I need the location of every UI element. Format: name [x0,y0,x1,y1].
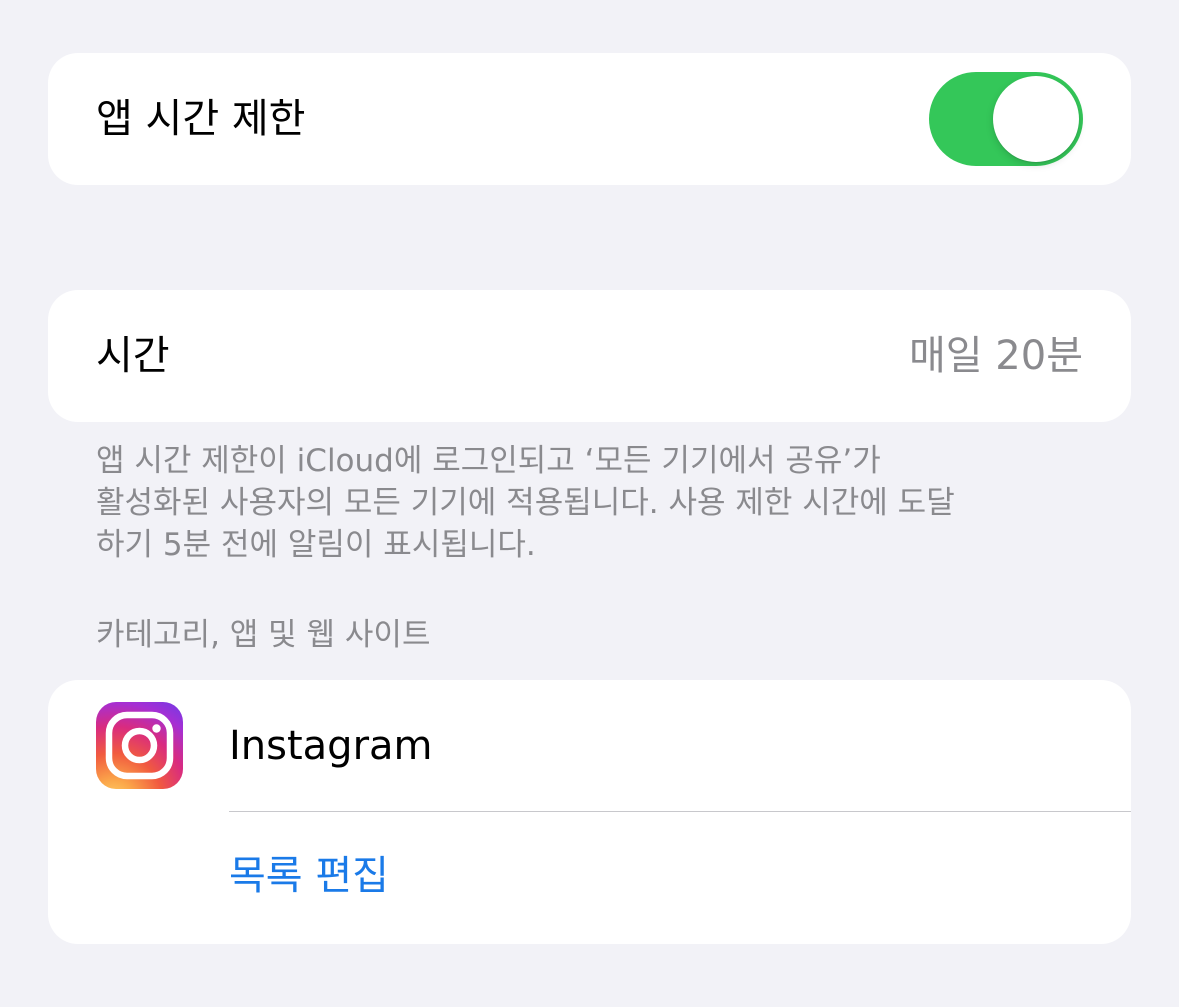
footer-note-line: 활성화된 사용자의 모든 기기에 적용됩니다. 사용 제한 시간에 도달 [96,485,955,521]
footer-note-line: 하기 5분 전에 알림이 표시됩니다. [96,527,536,563]
time-value: 매일 20분 [908,333,1083,379]
row-divider [229,811,1131,812]
apps-card: Instagram 목록 편집 [48,680,1131,944]
time-label: 시간 [96,333,170,379]
footer-note-line: 앱 시간 제한이 iCloud에 로그인되고 ‘모든 기기에서 공유’가 [96,443,881,479]
instagram-icon [96,702,183,789]
time-card[interactable]: 시간 매일 20분 [48,290,1131,422]
app-limit-card: 앱 시간 제한 [48,53,1131,185]
app-name: Instagram [229,723,433,769]
edit-list-button[interactable]: 목록 편집 [229,856,389,896]
app-limit-footer-note: 앱 시간 제한이 iCloud에 로그인되고 ‘모든 기기에서 공유’가 활성화… [96,440,1056,566]
app-limit-toggle[interactable] [929,72,1083,166]
toggle-knob [993,76,1079,162]
app-limit-label: 앱 시간 제한 [96,96,306,142]
list-item-instagram[interactable]: Instagram [48,680,1131,811]
apps-section-header: 카테고리, 앱 및 웹 사이트 [96,617,431,653]
instagram-glyph [105,711,174,780]
